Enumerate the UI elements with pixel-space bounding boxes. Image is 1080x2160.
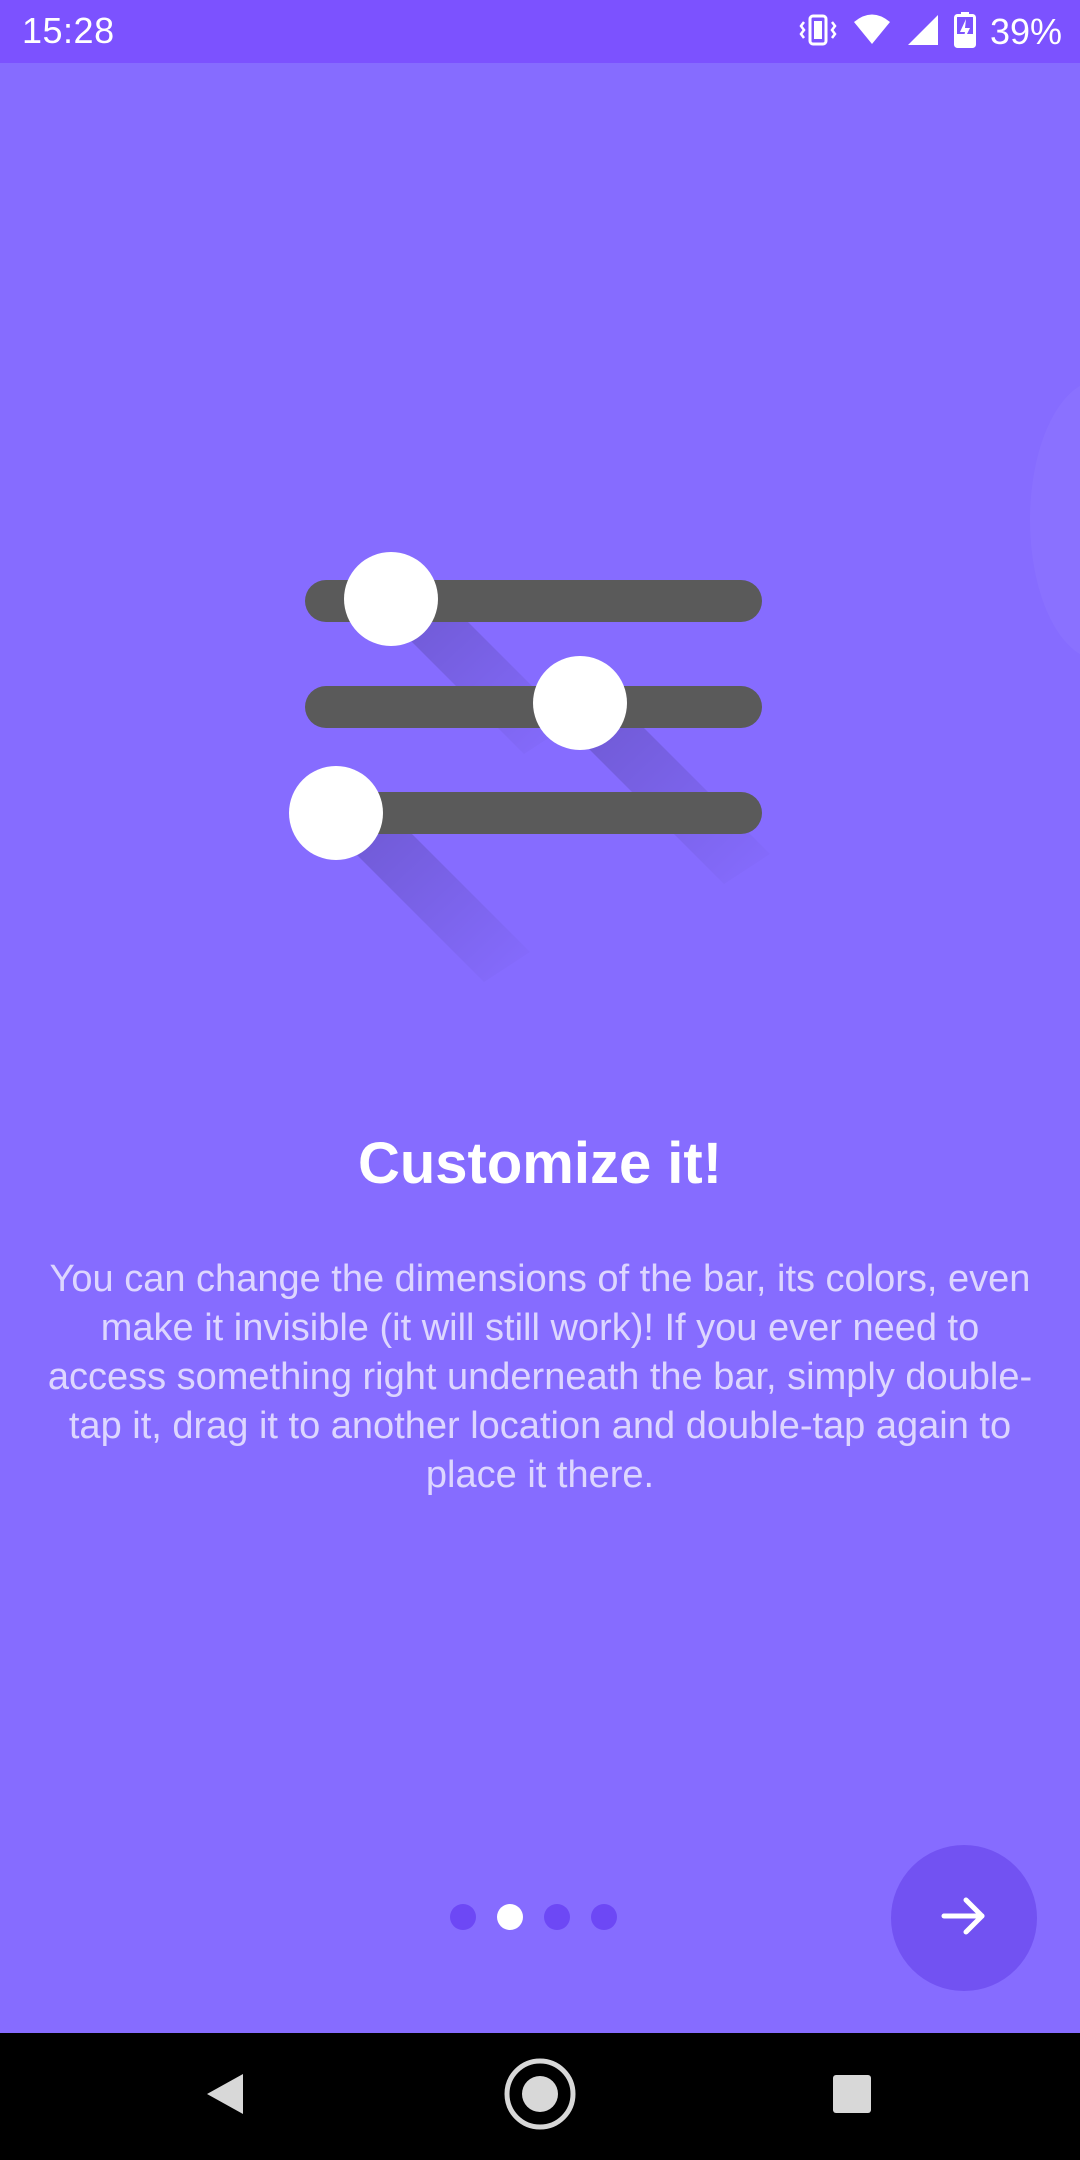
vibrate-icon — [798, 12, 838, 53]
nav-back-button[interactable] — [155, 2033, 295, 2160]
arrow-right-icon — [938, 1890, 990, 1947]
navigation-bar — [0, 2033, 1080, 2160]
recents-icon — [831, 2073, 873, 2120]
page-description: You can change the dimensions of the bar… — [47, 1258, 1033, 1496]
slider-knob-1 — [344, 552, 438, 646]
home-icon — [500, 2054, 580, 2139]
nav-recents-button[interactable] — [782, 2033, 922, 2160]
page-dot-3[interactable] — [544, 1904, 570, 1930]
page-dot-2-active[interactable] — [497, 1904, 523, 1930]
page-dot-4[interactable] — [591, 1904, 617, 1930]
status-icons: 39% — [798, 8, 1062, 56]
next-button[interactable] — [891, 1845, 1037, 1991]
slider-knob-2 — [533, 656, 627, 750]
status-time: 15:28 — [22, 10, 115, 51]
wifi-icon — [852, 13, 892, 52]
onboarding-screen: 15:28 39% Customize it! You can change t… — [0, 0, 1080, 2160]
page-title: Customize it! — [357, 1131, 723, 1196]
page-indicator — [450, 1904, 617, 1930]
edge-glow — [1030, 380, 1080, 660]
battery-percent: 39% — [989, 11, 1062, 52]
battery-charging-icon — [953, 11, 976, 53]
nav-home-button[interactable] — [470, 2033, 610, 2160]
page-dot-1[interactable] — [450, 1904, 476, 1930]
signal-icon — [906, 13, 940, 52]
back-icon — [203, 2070, 247, 2123]
status-bar: 15:28 39% — [0, 0, 1080, 63]
sliders-icon — [270, 520, 830, 1020]
slider-knob-3 — [289, 766, 383, 860]
